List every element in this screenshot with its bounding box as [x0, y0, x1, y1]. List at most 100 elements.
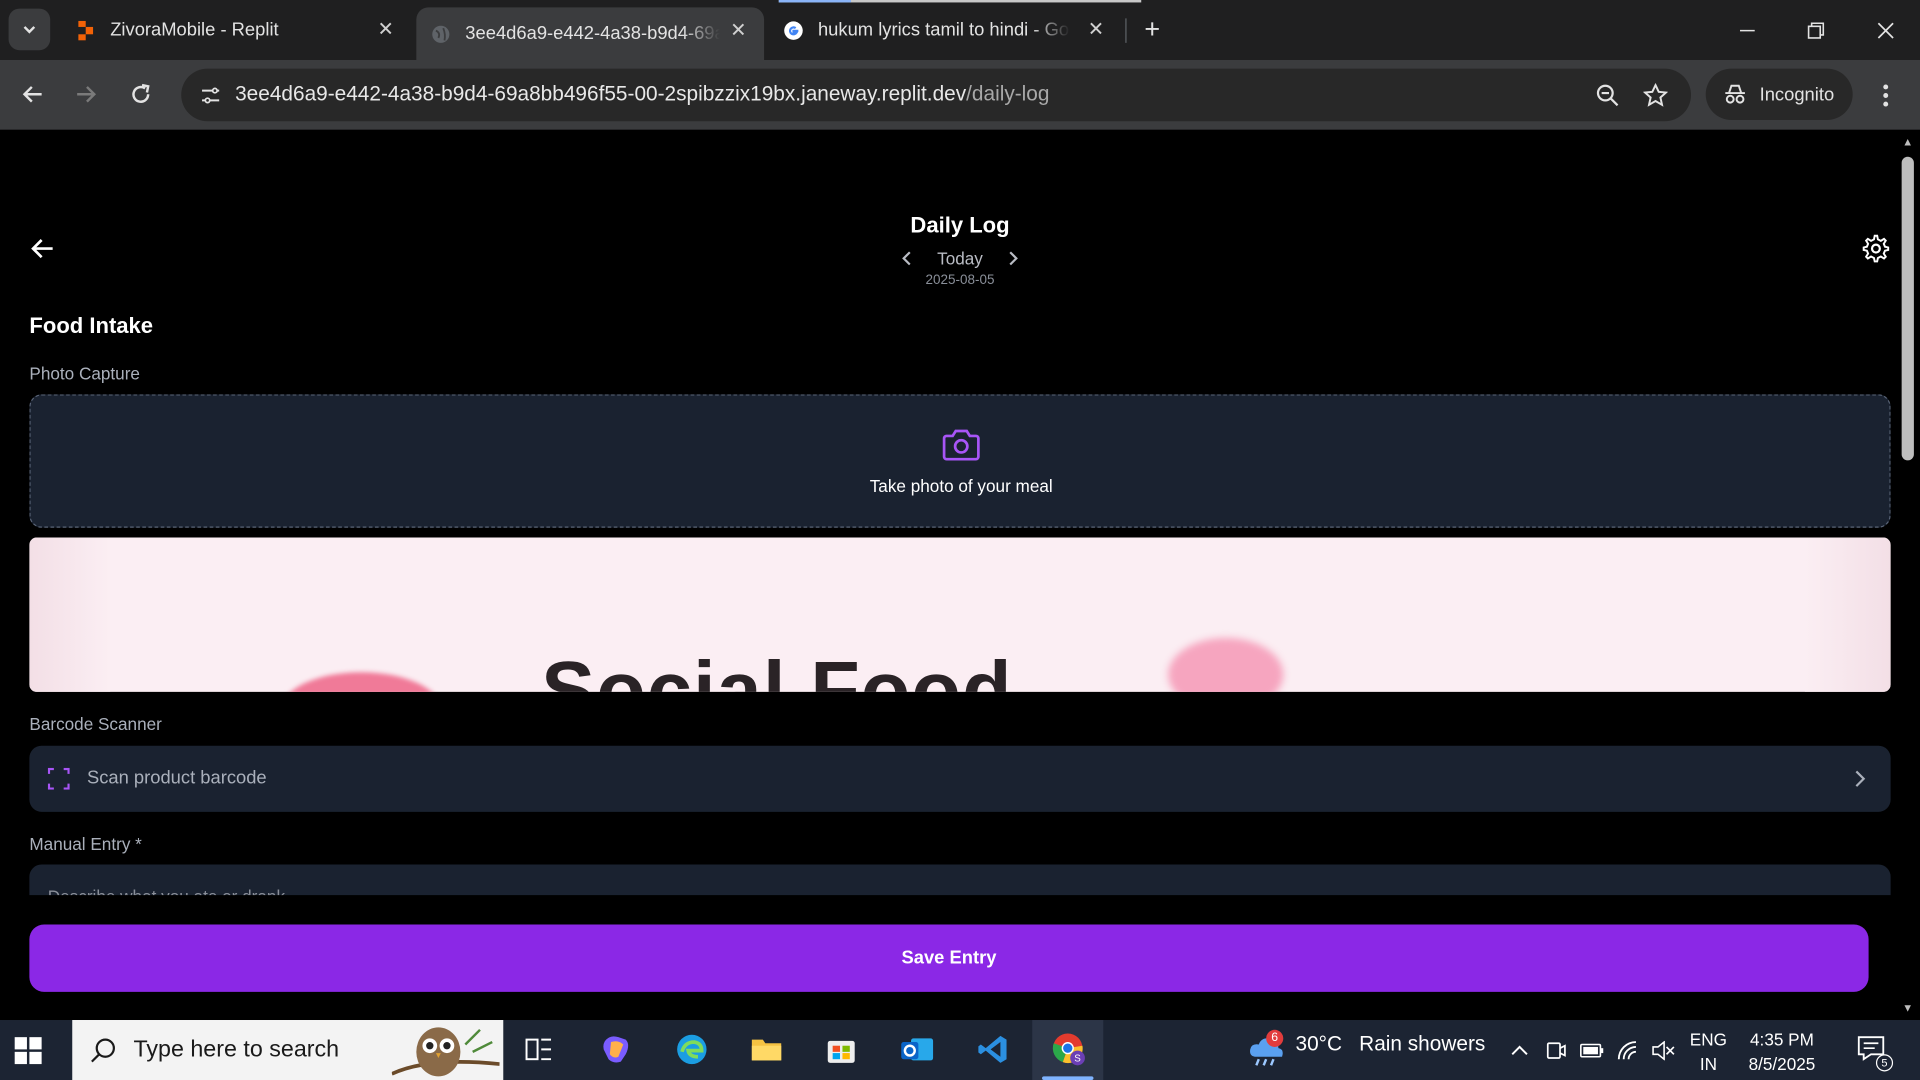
svg-text:S: S [1074, 1054, 1081, 1065]
show-hidden-icons-button[interactable] [1507, 1038, 1531, 1062]
clock-date: 8/5/2025 [1748, 1054, 1816, 1074]
search-placeholder: Type here to search [133, 1036, 340, 1063]
weather-widget[interactable]: 6 30°C Rain showers [1247, 1029, 1486, 1066]
file-explorer-button[interactable] [747, 1030, 786, 1069]
volume-muted-icon [1652, 1040, 1675, 1061]
arrow-left-icon [22, 86, 42, 103]
star-icon [1643, 83, 1668, 107]
weather-text: Rain showers [1359, 1032, 1486, 1056]
clock[interactable]: 4:35 PM 8/5/2025 [1749, 1027, 1816, 1076]
search-icon [91, 1037, 115, 1062]
weather-temp: 30°C [1295, 1032, 1343, 1056]
minimize-button[interactable] [1731, 15, 1763, 47]
page-viewport: Daily Log Today 2025-08-05 Food Intake P… [0, 129, 1897, 1021]
globe-icon [431, 24, 451, 44]
bookmark-button[interactable] [1641, 81, 1670, 110]
google-icon [784, 20, 804, 40]
copilot-icon [603, 1036, 629, 1063]
reload-icon [132, 83, 150, 103]
chevron-left-icon [902, 251, 911, 266]
folder-icon [751, 1039, 782, 1061]
tab-title: 3ee4d6a9-e442-4a38-b9d4-69a8bb496f55-00-… [465, 23, 720, 45]
volume-button[interactable] [1651, 1038, 1675, 1062]
notification-count: 5 [1875, 1054, 1894, 1072]
new-tab-button[interactable]: + [1138, 13, 1167, 44]
restore-icon [1807, 22, 1825, 39]
scan-icon [47, 767, 70, 790]
scan-barcode-button[interactable]: Scan product barcode [29, 745, 1891, 812]
chevron-right-icon [1855, 770, 1866, 787]
restore-button[interactable] [1800, 15, 1832, 47]
weather-badge: 6 [1266, 1029, 1284, 1047]
language-code: ENG [1689, 1029, 1727, 1050]
network-button[interactable] [1616, 1038, 1640, 1062]
browser-tab-replit[interactable]: ZivoraMobile - Replit ✕ [56, 0, 411, 60]
outlook-button[interactable] [898, 1030, 937, 1069]
scroll-up-arrow-icon[interactable]: ▲ [1902, 137, 1914, 148]
manual-entry-label: Manual Entry * [29, 833, 142, 854]
outlook-icon [901, 1038, 934, 1061]
windows-taskbar: Type here to search S 6 30°C Rain shower… [0, 1020, 1920, 1080]
page-scrollbar[interactable]: ▲ ▼ [1896, 129, 1920, 1021]
zoom-icon [1596, 84, 1619, 107]
arrow-right-icon [77, 86, 97, 103]
close-window-button[interactable] [1870, 15, 1902, 47]
store-icon [827, 1040, 855, 1063]
browser-tab-strip: ZivoraMobile - Replit ✕ 3ee4d6a9-e442-4a… [0, 0, 1920, 61]
barcode-scanner-label: Barcode Scanner [29, 713, 162, 734]
page-title: Daily Log [910, 213, 1010, 238]
windows-start-icon[interactable] [12, 1035, 44, 1067]
forward-button[interactable] [71, 80, 100, 109]
meet-now-button[interactable] [1544, 1038, 1568, 1062]
region-code: IN [1699, 1054, 1717, 1074]
tab-divider [1125, 18, 1127, 43]
tab-title: ZivoraMobile - Replit [110, 19, 279, 41]
save-entry-button[interactable]: Save Entry [29, 924, 1869, 992]
zoom-button[interactable] [1593, 81, 1622, 110]
edge-icon [677, 1034, 707, 1065]
minimize-icon [1740, 29, 1755, 32]
camera-icon [942, 429, 980, 461]
scroll-down-arrow-icon[interactable]: ▼ [1902, 1002, 1914, 1013]
edge-button[interactable] [672, 1030, 711, 1069]
browser-tab-google[interactable]: hukum lyrics tamil to hindi - Google Sea… [767, 0, 1122, 60]
reload-button[interactable] [126, 80, 155, 109]
close-icon[interactable]: ✕ [375, 18, 397, 41]
battery-button[interactable] [1580, 1038, 1604, 1062]
scrollbar-thumb[interactable] [1901, 156, 1914, 461]
replit-icon [76, 20, 96, 40]
vscode-button[interactable] [973, 1030, 1012, 1069]
close-icon [1877, 22, 1894, 39]
url-host: 3ee4d6a9-e442-4a38-b9d4-69a8bb496f55-00-… [235, 82, 967, 106]
site-info-button[interactable] [192, 77, 229, 114]
gear-icon[interactable] [1861, 234, 1890, 263]
notification-center-button[interactable]: 5 [1856, 1035, 1894, 1072]
chevron-right-icon [1009, 251, 1018, 266]
browser-tab-active[interactable]: 3ee4d6a9-e442-4a38-b9d4-69a8bb496f55-00-… [416, 7, 765, 61]
photo-capture-label: Photo Capture [29, 363, 140, 384]
photo-capture-button[interactable]: Take photo of your meal [29, 394, 1891, 528]
more-vert-icon [1883, 84, 1889, 107]
microsoft-store-button[interactable] [822, 1030, 861, 1069]
task-view-button[interactable] [519, 1030, 558, 1069]
close-icon[interactable]: ✕ [727, 20, 749, 42]
address-bar[interactable]: 3ee4d6a9-e442-4a38-b9d4-69a8bb496f55-00-… [181, 68, 1692, 122]
incognito-icon [1725, 84, 1745, 104]
back-button[interactable] [18, 80, 47, 109]
next-day-button[interactable] [1002, 249, 1022, 269]
taskbar-search-box[interactable]: Type here to search [72, 1020, 504, 1080]
chrome-icon: S [1052, 1033, 1085, 1066]
copilot-button[interactable] [596, 1030, 635, 1069]
url-text[interactable]: 3ee4d6a9-e442-4a38-b9d4-69a8bb496f55-00-… [235, 82, 1049, 106]
tab-search-button[interactable] [8, 8, 51, 51]
photo-preview: Social Food [29, 537, 1891, 692]
vscode-icon [978, 1035, 1007, 1063]
incognito-badge[interactable]: Incognito [1705, 68, 1853, 121]
chrome-button[interactable]: S [1032, 1020, 1104, 1080]
previous-day-button[interactable] [898, 249, 918, 269]
wifi-icon [1617, 1041, 1637, 1060]
language-indicator[interactable]: ENG IN [1690, 1027, 1727, 1076]
browser-menu-button[interactable] [1873, 81, 1897, 110]
close-icon[interactable]: ✕ [1085, 18, 1107, 41]
preview-logo-text: Social Food [541, 644, 1013, 692]
